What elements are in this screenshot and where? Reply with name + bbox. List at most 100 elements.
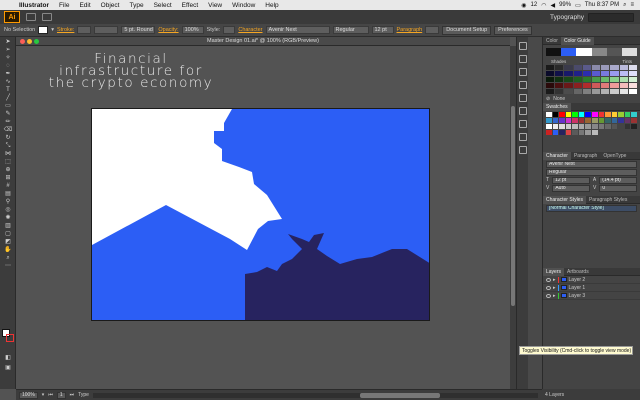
- variable-width-field[interactable]: [94, 26, 119, 34]
- align-icon[interactable]: [519, 81, 527, 89]
- menu-type[interactable]: Type: [124, 2, 148, 9]
- more-tools-icon[interactable]: ⋯: [2, 262, 14, 269]
- fill-swatch[interactable]: [38, 26, 49, 34]
- fill-stroke-widget[interactable]: [2, 329, 14, 343]
- menu-list-icon[interactable]: ≡: [630, 2, 634, 8]
- gradient-tool-icon[interactable]: ▤: [2, 190, 14, 197]
- white-hex-shape[interactable]: [92, 109, 282, 250]
- artboard-number-field[interactable]: 1: [56, 391, 66, 399]
- layer-name[interactable]: Layer 3: [569, 293, 586, 299]
- menu-object[interactable]: Object: [96, 2, 125, 9]
- brush-definition[interactable]: 5 pt. Round: [121, 26, 156, 34]
- direct-selection-tool-icon[interactable]: ➢: [2, 46, 14, 53]
- harmony-bar[interactable]: [546, 48, 638, 56]
- width-tool-icon[interactable]: ⋈: [2, 150, 14, 157]
- tab-paragraph[interactable]: Paragraph: [571, 152, 600, 160]
- tab-color[interactable]: Color: [543, 37, 561, 45]
- clock[interactable]: Thu 8:37 PM: [585, 2, 619, 8]
- blend-tool-icon[interactable]: ◎: [2, 206, 14, 213]
- adobe-cc-icon[interactable]: ◉: [521, 2, 526, 9]
- none-swatch-icon[interactable]: ⊘: [546, 96, 550, 102]
- column-graph-tool-icon[interactable]: ▥: [2, 222, 14, 229]
- font-family-field[interactable]: Avenir Next: [265, 26, 330, 34]
- fill-dropdown-icon[interactable]: ▾: [51, 27, 54, 33]
- libraries-icon[interactable]: [519, 42, 527, 50]
- canvas-area[interactable]: Financial infrastructure for the crypto …: [16, 46, 510, 389]
- character-style-field[interactable]: Regular: [546, 168, 637, 176]
- arrange-documents-icon[interactable]: [42, 13, 52, 21]
- tab-paragraph-styles[interactable]: Paragraph Styles: [586, 196, 630, 204]
- pen-tool-icon[interactable]: ✒: [2, 70, 14, 77]
- menu-view[interactable]: View: [203, 2, 227, 9]
- pathfinder-icon[interactable]: [519, 94, 527, 102]
- font-size-field[interactable]: 12 pt: [371, 26, 394, 34]
- free-transform-tool-icon[interactable]: ⬚: [2, 158, 14, 165]
- graphic-style-swatch[interactable]: [223, 26, 236, 34]
- zoom-dropdown-icon[interactable]: ▾: [42, 392, 45, 398]
- menu-file[interactable]: File: [54, 2, 74, 9]
- menu-help[interactable]: Help: [260, 2, 283, 9]
- menu-illustrator[interactable]: Illustrator: [14, 2, 54, 9]
- stroke-link[interactable]: Stroke:: [57, 27, 74, 33]
- character-font-field[interactable]: Avenir Next: [546, 160, 637, 168]
- horizontal-scrollbar[interactable]: [92, 392, 538, 398]
- zoom-level-field[interactable]: 100%: [19, 391, 38, 399]
- tab-swatches[interactable]: Swatches: [543, 102, 571, 111]
- battery-icon[interactable]: ▭: [575, 2, 581, 9]
- hand-tool-icon[interactable]: ✋: [2, 246, 14, 253]
- workspace-switcher[interactable]: Typography: [550, 14, 588, 21]
- transform-icon[interactable]: [519, 68, 527, 76]
- spotlight-icon[interactable]: ⌕: [623, 2, 626, 9]
- menu-effect[interactable]: Effect: [177, 2, 204, 9]
- character-leading-field[interactable]: (14.4 pt): [599, 176, 637, 184]
- scale-tool-icon[interactable]: ⤡: [2, 142, 14, 149]
- eraser-tool-icon[interactable]: ⌫: [2, 126, 14, 133]
- character-size-field[interactable]: 12 pt: [552, 176, 590, 184]
- paragraph-link[interactable]: Paragraph: [397, 27, 423, 33]
- lasso-tool-icon[interactable]: ◌: [2, 62, 14, 69]
- tab-artboards[interactable]: Artboards: [564, 268, 592, 276]
- align-field[interactable]: [425, 26, 440, 34]
- eyedropper-tool-icon[interactable]: ⚲: [2, 198, 14, 205]
- curvature-tool-icon[interactable]: ∿: [2, 78, 14, 85]
- perspective-grid-tool-icon[interactable]: ⊞: [2, 174, 14, 181]
- selection-tool-icon[interactable]: ➤: [2, 38, 14, 45]
- stroke-none-swatch[interactable]: [6, 334, 14, 342]
- vertical-scroll-thumb[interactable]: [511, 106, 515, 306]
- menu-edit[interactable]: Edit: [74, 2, 95, 9]
- gradient-icon[interactable]: [519, 120, 527, 128]
- character-kerning-field[interactable]: Auto: [552, 184, 590, 192]
- color-guide-grid[interactable]: [546, 65, 637, 94]
- font-style-field[interactable]: Regular: [332, 26, 369, 34]
- volume-icon[interactable]: ◀: [550, 2, 555, 9]
- character-link[interactable]: Character: [238, 27, 262, 33]
- wifi-icon[interactable]: ◠: [541, 2, 546, 9]
- tab-character-styles[interactable]: Character Styles: [543, 195, 586, 204]
- navy-mountain-shape[interactable]: [245, 233, 430, 321]
- opacity-link[interactable]: Opacity:: [158, 27, 178, 33]
- graphic-styles-icon[interactable]: [519, 146, 527, 154]
- artboard[interactable]: [91, 108, 430, 321]
- zoom-tool-icon[interactable]: ⌕: [2, 254, 14, 261]
- layer-row[interactable]: ▸ Layer 3: [543, 292, 640, 300]
- character-tracking-field[interactable]: 0: [599, 184, 637, 192]
- drawing-modes-icon[interactable]: ◧: [2, 354, 14, 361]
- tab-color-guide[interactable]: Color Guide: [560, 36, 594, 45]
- artboard-tool-icon[interactable]: ▢: [2, 230, 14, 237]
- screen-mode-icon[interactable]: ▣: [2, 364, 14, 371]
- layer-name[interactable]: Layer 1: [569, 285, 586, 291]
- horizontal-scroll-thumb[interactable]: [359, 392, 440, 398]
- paintbrush-tool-icon[interactable]: ✎: [2, 110, 14, 117]
- appearance-icon[interactable]: [519, 133, 527, 141]
- tab-character[interactable]: Character: [543, 151, 571, 160]
- type-tool-icon[interactable]: T: [2, 86, 14, 93]
- rotate-tool-icon[interactable]: ↻: [2, 134, 14, 141]
- expand-arrow-icon[interactable]: ▸: [553, 285, 556, 291]
- document-setup-button[interactable]: Document Setup: [442, 25, 492, 35]
- menu-window[interactable]: Window: [227, 2, 260, 9]
- stroke-weight-field[interactable]: [77, 26, 92, 34]
- pencil-tool-icon[interactable]: ✏: [2, 118, 14, 125]
- eye-icon[interactable]: [546, 293, 551, 298]
- layer-row[interactable]: ▸ Layer 2: [543, 276, 640, 284]
- eye-icon[interactable]: [546, 277, 551, 282]
